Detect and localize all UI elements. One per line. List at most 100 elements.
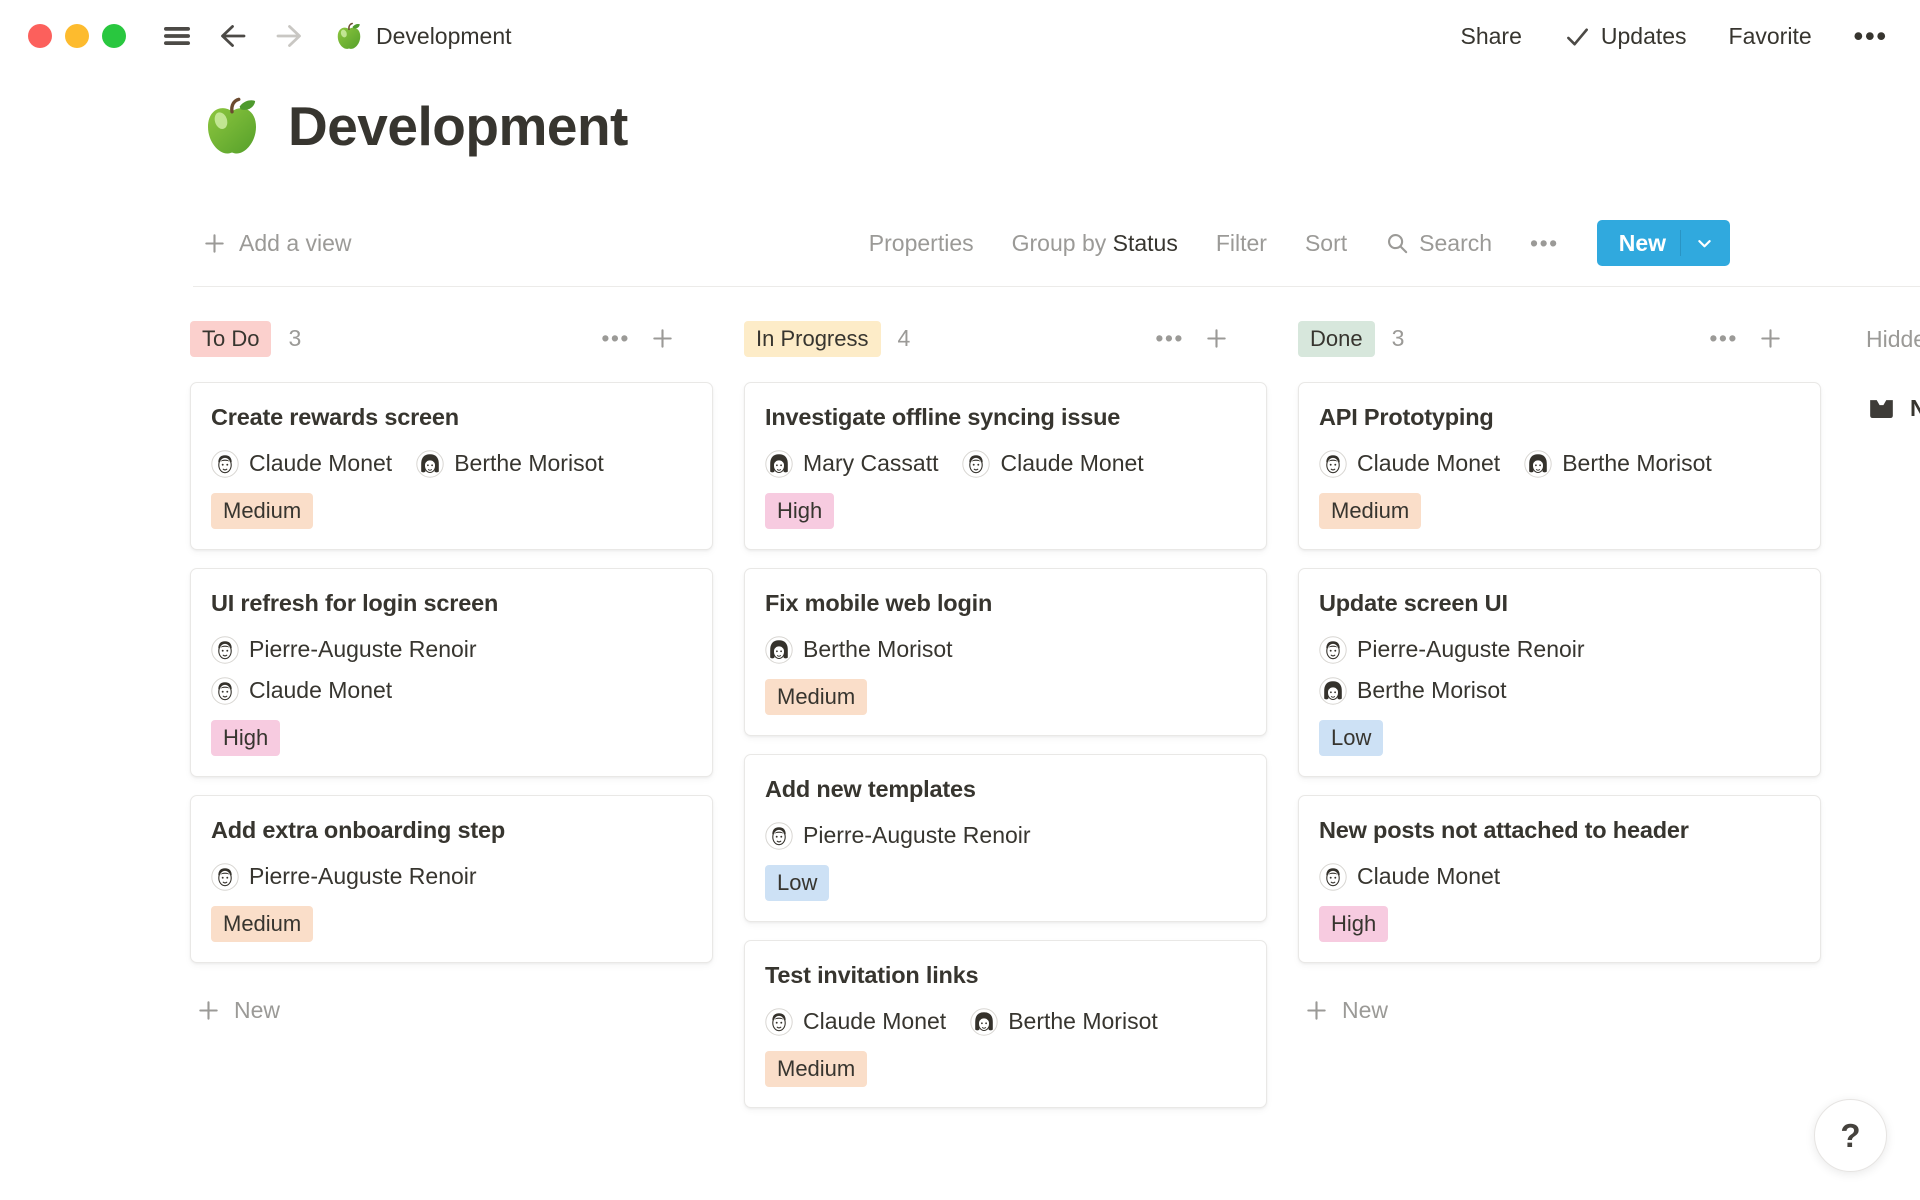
column-actions: ••• — [601, 325, 675, 352]
avatar — [1524, 450, 1552, 478]
kanban-board: To Do 3 ••• Create rewards screen Claude… — [190, 320, 1920, 1126]
column-status-badge[interactable]: In Progress — [744, 321, 881, 357]
new-button[interactable]: New — [1597, 220, 1730, 266]
window-controls — [28, 24, 126, 48]
minimize-window-button[interactable] — [65, 24, 89, 48]
avatar — [1319, 677, 1347, 705]
help-button[interactable]: ? — [1814, 1099, 1887, 1172]
hidden-column-no-status[interactable]: No Status — [1866, 393, 1920, 424]
assignee: Mary Cassatt — [765, 448, 938, 479]
sort-button[interactable]: Sort — [1305, 230, 1347, 257]
assignee-name: Pierre-Auguste Renoir — [249, 863, 477, 890]
plus-icon — [196, 998, 221, 1023]
assignee-name: Pierre-Auguste Renoir — [249, 636, 477, 663]
priority-badge: Medium — [765, 1051, 867, 1087]
zoom-window-button[interactable] — [102, 24, 126, 48]
column-add-card-button[interactable] — [1204, 326, 1229, 351]
assignee-list: Claude Monet Berthe Morisot — [765, 1006, 1246, 1037]
avatar — [962, 450, 990, 478]
column-more-button[interactable]: ••• — [1155, 325, 1184, 352]
priority-badge: Medium — [211, 906, 313, 942]
column-count: 3 — [288, 325, 301, 352]
avatar — [765, 636, 793, 664]
filter-button[interactable]: Filter — [1216, 230, 1267, 257]
assignee-list: Berthe Morisot — [765, 634, 1246, 665]
hidden-column-label: No Status — [1910, 395, 1920, 422]
card[interactable]: API Prototyping Claude Monet Berthe Mori… — [1298, 382, 1821, 550]
check-icon — [1564, 23, 1591, 50]
group-by-button[interactable]: Group by Status — [1012, 230, 1178, 257]
assignee: Pierre-Auguste Renoir — [765, 820, 1031, 851]
assignee-list: Mary Cassatt Claude Monet — [765, 448, 1246, 479]
assignee: Claude Monet — [211, 448, 392, 479]
page-title: Development — [288, 94, 628, 158]
avatar — [211, 863, 239, 891]
avatar — [1319, 863, 1347, 891]
window-titlebar: Development Share Updates Favorite ••• — [0, 0, 1920, 72]
priority-badge: Low — [1319, 720, 1383, 756]
close-window-button[interactable] — [28, 24, 52, 48]
assignee: Pierre-Auguste Renoir — [211, 634, 477, 665]
card-title: Fix mobile web login — [765, 590, 1246, 617]
assignee: Berthe Morisot — [1319, 675, 1507, 706]
assignee: Berthe Morisot — [765, 634, 953, 665]
priority-badge: Medium — [211, 493, 313, 529]
card[interactable]: Fix mobile web login Berthe Morisot Medi… — [744, 568, 1267, 736]
toolbar-more-button[interactable]: ••• — [1530, 230, 1559, 257]
card[interactable]: Add extra onboarding step Pierre-Auguste… — [190, 795, 713, 963]
new-card-button[interactable]: New — [196, 997, 713, 1024]
assignee: Claude Monet — [1319, 448, 1500, 479]
new-card-label: New — [1342, 997, 1388, 1024]
assignee-name: Mary Cassatt — [803, 450, 938, 477]
page-header: Development — [200, 94, 1920, 158]
toolbar-divider — [193, 286, 1920, 287]
help-label: ? — [1840, 1117, 1860, 1155]
column-status-badge[interactable]: To Do — [190, 321, 271, 357]
chevron-down-icon[interactable] — [1695, 234, 1714, 253]
search-label: Search — [1419, 230, 1492, 257]
priority-badge: High — [765, 493, 834, 529]
card[interactable]: New posts not attached to header Claude … — [1298, 795, 1821, 963]
more-options-button[interactable]: ••• — [1854, 21, 1888, 52]
new-button-label: New — [1619, 230, 1666, 257]
back-arrow-icon[interactable] — [216, 19, 250, 53]
column-add-card-button[interactable] — [1758, 326, 1783, 351]
assignee-name: Berthe Morisot — [1357, 677, 1507, 704]
card[interactable]: Add new templates Pierre-Auguste Renoir … — [744, 754, 1267, 922]
card-title: Investigate offline syncing issue — [765, 404, 1246, 431]
breadcrumb[interactable]: Development — [334, 21, 512, 51]
forward-arrow-icon[interactable] — [272, 19, 306, 53]
card[interactable]: Update screen UI Pierre-Auguste Renoir B… — [1298, 568, 1821, 777]
plus-icon — [202, 231, 227, 256]
card[interactable]: Test invitation links Claude Monet Berth… — [744, 940, 1267, 1108]
search-button[interactable]: Search — [1385, 230, 1492, 257]
card-title: Update screen UI — [1319, 590, 1800, 617]
card-title: Create rewards screen — [211, 404, 692, 431]
card[interactable]: Investigate offline syncing issue Mary C… — [744, 382, 1267, 550]
card[interactable]: UI refresh for login screen Pierre-Augus… — [190, 568, 713, 777]
toolbar-controls: Properties Group by Status Filter Sort S… — [869, 220, 1730, 266]
column-status-badge[interactable]: Done — [1298, 321, 1375, 357]
column-more-button[interactable]: ••• — [1709, 325, 1738, 352]
avatar — [970, 1008, 998, 1036]
assignee-name: Claude Monet — [1000, 450, 1143, 477]
card[interactable]: Create rewards screen Claude Monet Berth… — [190, 382, 713, 550]
priority-badge: Low — [765, 865, 829, 901]
column-more-button[interactable]: ••• — [601, 325, 630, 352]
column-add-card-button[interactable] — [650, 326, 675, 351]
breadcrumb-title: Development — [376, 23, 512, 50]
priority-badge: Medium — [765, 679, 867, 715]
plus-icon — [1304, 998, 1329, 1023]
card-title: Add extra onboarding step — [211, 817, 692, 844]
favorite-button[interactable]: Favorite — [1729, 23, 1812, 50]
sidebar-menu-icon[interactable] — [160, 19, 194, 53]
avatar — [211, 450, 239, 478]
page-title-apple-icon[interactable] — [200, 94, 264, 158]
updates-button[interactable]: Updates — [1564, 23, 1687, 50]
assignee: Claude Monet — [962, 448, 1143, 479]
add-view-button[interactable]: Add a view — [202, 230, 352, 257]
new-card-button[interactable]: New — [1304, 997, 1821, 1024]
view-toolbar: Add a view Properties Group by Status Fi… — [202, 220, 1730, 266]
share-button[interactable]: Share — [1461, 23, 1522, 50]
properties-button[interactable]: Properties — [869, 230, 974, 257]
